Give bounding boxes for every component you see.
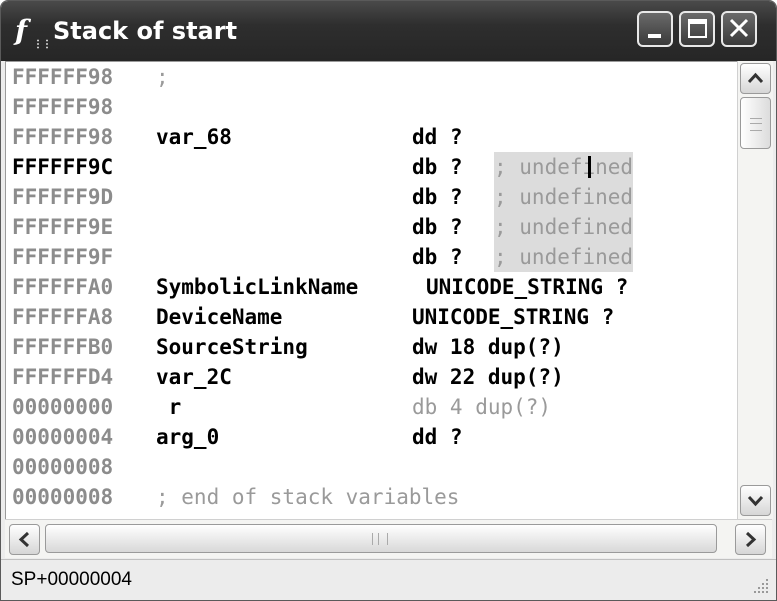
function-icon[interactable]: f ⋮⋮: [15, 15, 52, 51]
text-caret: [588, 156, 591, 178]
close-button[interactable]: [721, 11, 757, 47]
scroll-up-button[interactable]: [740, 63, 771, 94]
stack-row[interactable]: FFFFFFB0 SourceString dw 18 dup(?): [12, 332, 564, 362]
grip-icon: [750, 118, 762, 131]
stack-address: 00000000: [12, 395, 114, 419]
stack-var-type: db ?: [412, 155, 463, 179]
undefined-comment: ; undefined: [494, 242, 634, 272]
stack-var-name[interactable]: var_68: [156, 122, 232, 152]
status-bar: SP+00000004: [1, 559, 776, 600]
stack-row[interactable]: 00000004 arg_0 dd ?: [12, 422, 463, 452]
stack-row[interactable]: FFFFFF9F db ? ; undefined: [12, 242, 634, 272]
stack-var-type: dw 22 dup(?): [412, 365, 564, 389]
stack-row[interactable]: FFFFFFD4 var_2C dw 22 dup(?): [12, 362, 564, 392]
vertical-scroll-thumb[interactable]: [740, 97, 771, 149]
stack-var-type: db ?: [412, 245, 463, 269]
chevron-right-icon: [745, 531, 757, 548]
maximize-icon: [688, 19, 707, 38]
stack-address: FFFFFFB0: [12, 335, 114, 359]
stack-address: FFFFFFA8: [12, 305, 114, 329]
status-text: SP+00000004: [11, 569, 132, 590]
undefined-comment: ; undefined: [494, 152, 634, 182]
stack-var-name[interactable]: SymbolicLinkName: [156, 272, 358, 302]
stack-var-type: dd ?: [412, 125, 463, 149]
scroll-down-button[interactable]: [740, 485, 771, 516]
scroll-right-button[interactable]: [735, 524, 766, 555]
stack-address: FFFFFF9E: [12, 215, 114, 239]
stack-address: 00000004: [12, 425, 114, 449]
stack-address: FFFFFFA0: [12, 275, 114, 299]
chevron-left-icon: [18, 531, 30, 548]
stack-row[interactable]: FFFFFFA8 DeviceName UNICODE_STRING ?: [12, 302, 614, 332]
stack-var-type: db ?: [412, 185, 463, 209]
stack-var-name[interactable]: arg_0: [156, 422, 219, 452]
stack-row[interactable]: 00000000 r db 4 dup(?): [12, 392, 551, 422]
stack-row[interactable]: 00000008 ; end of stack variables: [12, 482, 459, 512]
maximize-button[interactable]: [679, 11, 715, 47]
stack-address: FFFFFF98: [12, 95, 114, 119]
stack-address: FFFFFF9F: [12, 245, 114, 269]
minimize-button[interactable]: [637, 11, 673, 47]
stack-row[interactable]: FFFFFF98 var_68 dd ?: [12, 122, 463, 152]
stack-row-current[interactable]: FFFFFF9C db ? ; undefined: [12, 152, 634, 182]
close-icon: [729, 18, 749, 38]
stack-row[interactable]: FFFFFF98 ;: [12, 62, 169, 92]
stack-var-name[interactable]: SourceString: [156, 332, 308, 362]
vertical-scrollbar[interactable]: [737, 61, 773, 519]
stack-view[interactable]: FFFFFF98 ; FFFFFF98 FFFFFF98 var_68 dd ?…: [5, 61, 737, 520]
stack-var-type: dd ?: [412, 425, 463, 449]
stack-var-name[interactable]: r: [156, 392, 182, 422]
stack-var-type: UNICODE_STRING ?: [412, 305, 615, 329]
stack-row[interactable]: 00000008: [12, 452, 113, 482]
stack-row[interactable]: FFFFFF9E db ? ; undefined: [12, 212, 634, 242]
resize-grip-icon[interactable]: [752, 577, 770, 595]
stack-address: FFFFFF98: [12, 125, 114, 149]
scroll-left-button[interactable]: [9, 524, 40, 555]
stack-address: FFFFFF9C: [12, 155, 114, 179]
stack-var-type: db ?: [412, 215, 463, 239]
minimize-icon: [648, 34, 661, 38]
title-bar[interactable]: f ⋮⋮ Stack of start: [1, 1, 776, 61]
stack-address: FFFFFFD4: [12, 365, 114, 389]
stack-var-type: dw 18 dup(?): [412, 335, 564, 359]
stack-address: FFFFFF98: [12, 65, 114, 89]
stack-address: FFFFFF9D: [12, 185, 114, 209]
grip-icon: [372, 533, 388, 545]
stack-var-type: UNICODE_STRING ?: [426, 275, 629, 299]
stack-address: 00000008: [12, 485, 114, 509]
undefined-comment: ; undefined: [494, 212, 634, 242]
stack-window: f ⋮⋮ Stack of start FFFFFF98 ; FFFFFF98 F…: [0, 0, 777, 601]
chevron-down-icon: [747, 495, 764, 507]
stack-var-name[interactable]: DeviceName: [156, 302, 282, 332]
window-title: Stack of start: [53, 17, 238, 45]
stack-var-type: db 4 dup(?): [412, 395, 552, 419]
horizontal-scrollbar[interactable]: [5, 519, 772, 558]
horizontal-scroll-thumb[interactable]: [45, 524, 717, 553]
stack-row[interactable]: FFFFFF9D db ? ; undefined: [12, 182, 634, 212]
stack-row[interactable]: FFFFFFA0 SymbolicLinkName UNICODE_STRING…: [12, 272, 628, 302]
stack-var-name[interactable]: var_2C: [156, 362, 232, 392]
undefined-comment: ; undefined: [494, 182, 634, 212]
stack-comment: ;: [156, 65, 169, 89]
stack-comment: ; end of stack variables: [156, 485, 460, 509]
stack-row[interactable]: FFFFFF98: [12, 92, 113, 122]
stack-address: 00000008: [12, 455, 114, 479]
chevron-up-icon: [747, 72, 764, 84]
